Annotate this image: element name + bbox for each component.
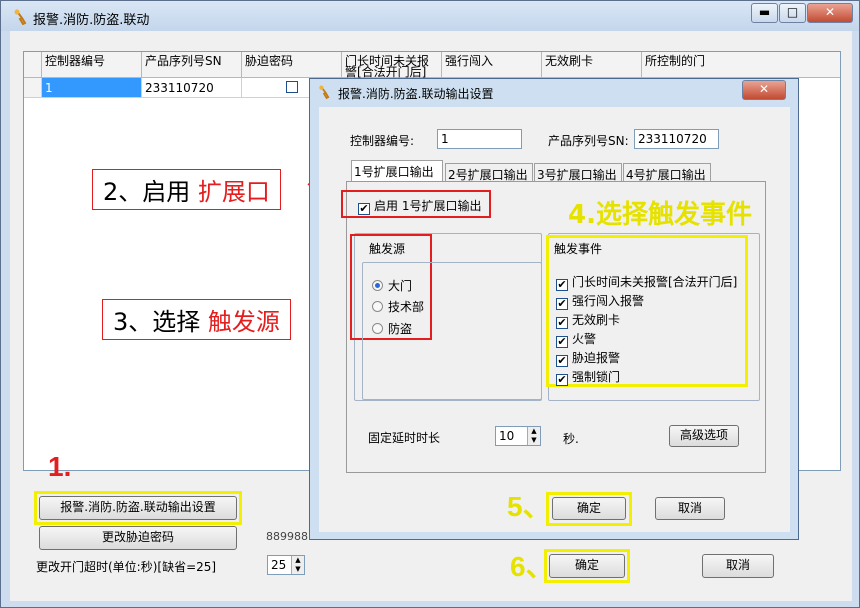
event-duress-checkbox[interactable]: ✔ 胁迫报警 [556, 349, 620, 367]
event-invalid-card-checkbox[interactable]: ✔ 无效刷卡 [556, 311, 620, 329]
change-duress-password-button[interactable]: 更改胁迫密码 [39, 526, 237, 550]
enable-port-label: 启用 1号扩展口输出 [374, 199, 482, 213]
check-icon: ✔ [556, 335, 568, 348]
delay-stepper[interactable]: 10 ▲ ▼ [495, 426, 541, 446]
tab-port3[interactable]: 3号扩展口输出 [534, 163, 622, 182]
check-icon: ✔ [556, 278, 568, 291]
source-theft-label: 防盗 [388, 322, 413, 336]
delay-value: 10 [499, 429, 515, 443]
step1-label: 1. [48, 451, 72, 482]
dialog-title: 报警.消防.防盗.联动输出设置 [338, 87, 494, 101]
step2-callout: 2、启用 扩展口 [92, 169, 281, 210]
event-label: 火警 [572, 332, 597, 346]
event-forced-entry-checkbox[interactable]: ✔ 强行闯入报警 [556, 292, 644, 310]
stepper-arrows-icon[interactable]: ▲ ▼ [527, 427, 540, 445]
serial-field[interactable]: 233110720 [634, 129, 719, 149]
header-controller-id[interactable]: 控制器编号 [42, 52, 142, 78]
step3-highlight-text: 触发源 [207, 308, 280, 336]
main-window: 报警.消防.防盗.联动 ▬ □ ✕ 控制器编号 产品序列号SN 胁迫密码 门长时… [0, 0, 860, 608]
dialog-close-button[interactable]: ✕ [742, 80, 786, 100]
cell-serial[interactable]: 233110720 [142, 78, 242, 98]
enable-port-checkbox[interactable]: ✔ 启用 1号扩展口输出 [358, 197, 481, 215]
dialog-key-icon [319, 85, 330, 99]
step5-label: 5、 [507, 491, 551, 522]
step3-callout: 3、选择 触发源 [102, 299, 291, 340]
timeout-value: 25 [271, 558, 287, 572]
main-cancel-button[interactable]: 取消 [702, 554, 774, 578]
source-radio-gate[interactable]: 大门 [372, 277, 412, 294]
controller-id-field[interactable]: 1 [437, 129, 522, 149]
header-serial[interactable]: 产品序列号SN [142, 52, 242, 78]
source-radio-theft[interactable]: 防盗 [372, 320, 412, 337]
window-title: 报警.消防.防盗.联动 [33, 13, 150, 28]
check-icon: ✔ [556, 354, 568, 367]
controller-id-label: 控制器编号: [350, 134, 415, 148]
row-indicator[interactable] [24, 78, 42, 98]
maximize-button[interactable]: □ [779, 3, 806, 23]
close-button[interactable]: ✕ [807, 3, 853, 23]
header-invalid-card[interactable]: 无效刷卡 [542, 52, 642, 78]
dialog-cancel-button[interactable]: 取消 [655, 497, 725, 520]
advanced-options-button[interactable]: 高级选项 [669, 425, 739, 447]
step2-highlight-text: 扩展口 [197, 178, 270, 206]
event-label: 无效刷卡 [572, 313, 621, 327]
title-bar: 报警.消防.防盗.联动 ▬ □ ✕ [1, 1, 859, 31]
delay-label: 固定延时时长 [368, 431, 441, 445]
event-label: 门长时间未关报警[合法开门后] [572, 275, 738, 289]
dialog-ok-button[interactable]: 确定 [552, 497, 626, 520]
header-controlled-doors[interactable]: 所控制的门 [642, 52, 840, 78]
source-radio-tech[interactable]: 技术部 [372, 298, 424, 315]
serial-label: 产品序列号SN: [548, 134, 629, 148]
header-forced-entry[interactable]: 强行闯入 [442, 52, 542, 78]
dialog-title-bar: 报警.消防.防盗.联动输出设置 ✕ [310, 79, 798, 105]
cell-controller-id[interactable]: 1 [42, 78, 142, 98]
check-icon: ✔ [556, 297, 568, 310]
tab-port1[interactable]: 1号扩展口输出 [351, 160, 443, 181]
event-fire-checkbox[interactable]: ✔ 火警 [556, 330, 596, 348]
check-icon: ✔ [556, 373, 568, 386]
header-door-open-alarm[interactable]: 门长时间未关报警[合法开门后] [342, 52, 442, 78]
duress-checkbox[interactable] [286, 81, 298, 93]
event-label: 胁迫报警 [572, 351, 621, 365]
header-duress-pw[interactable]: 胁迫密码 [242, 52, 342, 78]
tab-port4[interactable]: 4号扩展口输出 [623, 163, 711, 182]
stepper-arrows-icon[interactable]: ▲ ▼ [291, 556, 304, 574]
event-force-lock-checkbox[interactable]: ✔ 强制锁门 [556, 368, 620, 386]
grid-corner [24, 52, 42, 78]
step4-label: 4.选择触发事件 [568, 200, 752, 230]
radio-icon [372, 301, 383, 312]
radio-icon [372, 323, 383, 334]
radio-selected-icon [372, 280, 383, 291]
duress-password-value: 889988 [266, 530, 308, 543]
source-gate-label: 大门 [388, 279, 413, 293]
event-door-open-checkbox[interactable]: ✔ 门长时间未关报警[合法开门后] [556, 273, 737, 291]
check-icon: ✔ [358, 202, 370, 215]
check-icon: ✔ [556, 316, 568, 329]
event-label: 强行闯入报警 [572, 294, 645, 308]
timeout-label: 更改开门超时(单位:秒)[缺省=25] [36, 560, 217, 574]
timeout-stepper[interactable]: 25 ▲ ▼ [267, 555, 305, 575]
main-ok-button[interactable]: 确定 [549, 554, 625, 578]
source-tech-label: 技术部 [388, 300, 425, 314]
event-label: 强制锁门 [572, 370, 621, 384]
step2-text: 2、启用 [103, 178, 198, 206]
delay-unit: 秒. [563, 432, 579, 446]
app-key-icon [14, 9, 27, 25]
alarm-settings-button[interactable]: 报警.消防.防盗.联动输出设置 [39, 496, 237, 520]
tab-port2[interactable]: 2号扩展口输出 [445, 163, 533, 182]
minimize-button[interactable]: ▬ [751, 3, 778, 23]
step3-text: 3、选择 [113, 308, 208, 336]
